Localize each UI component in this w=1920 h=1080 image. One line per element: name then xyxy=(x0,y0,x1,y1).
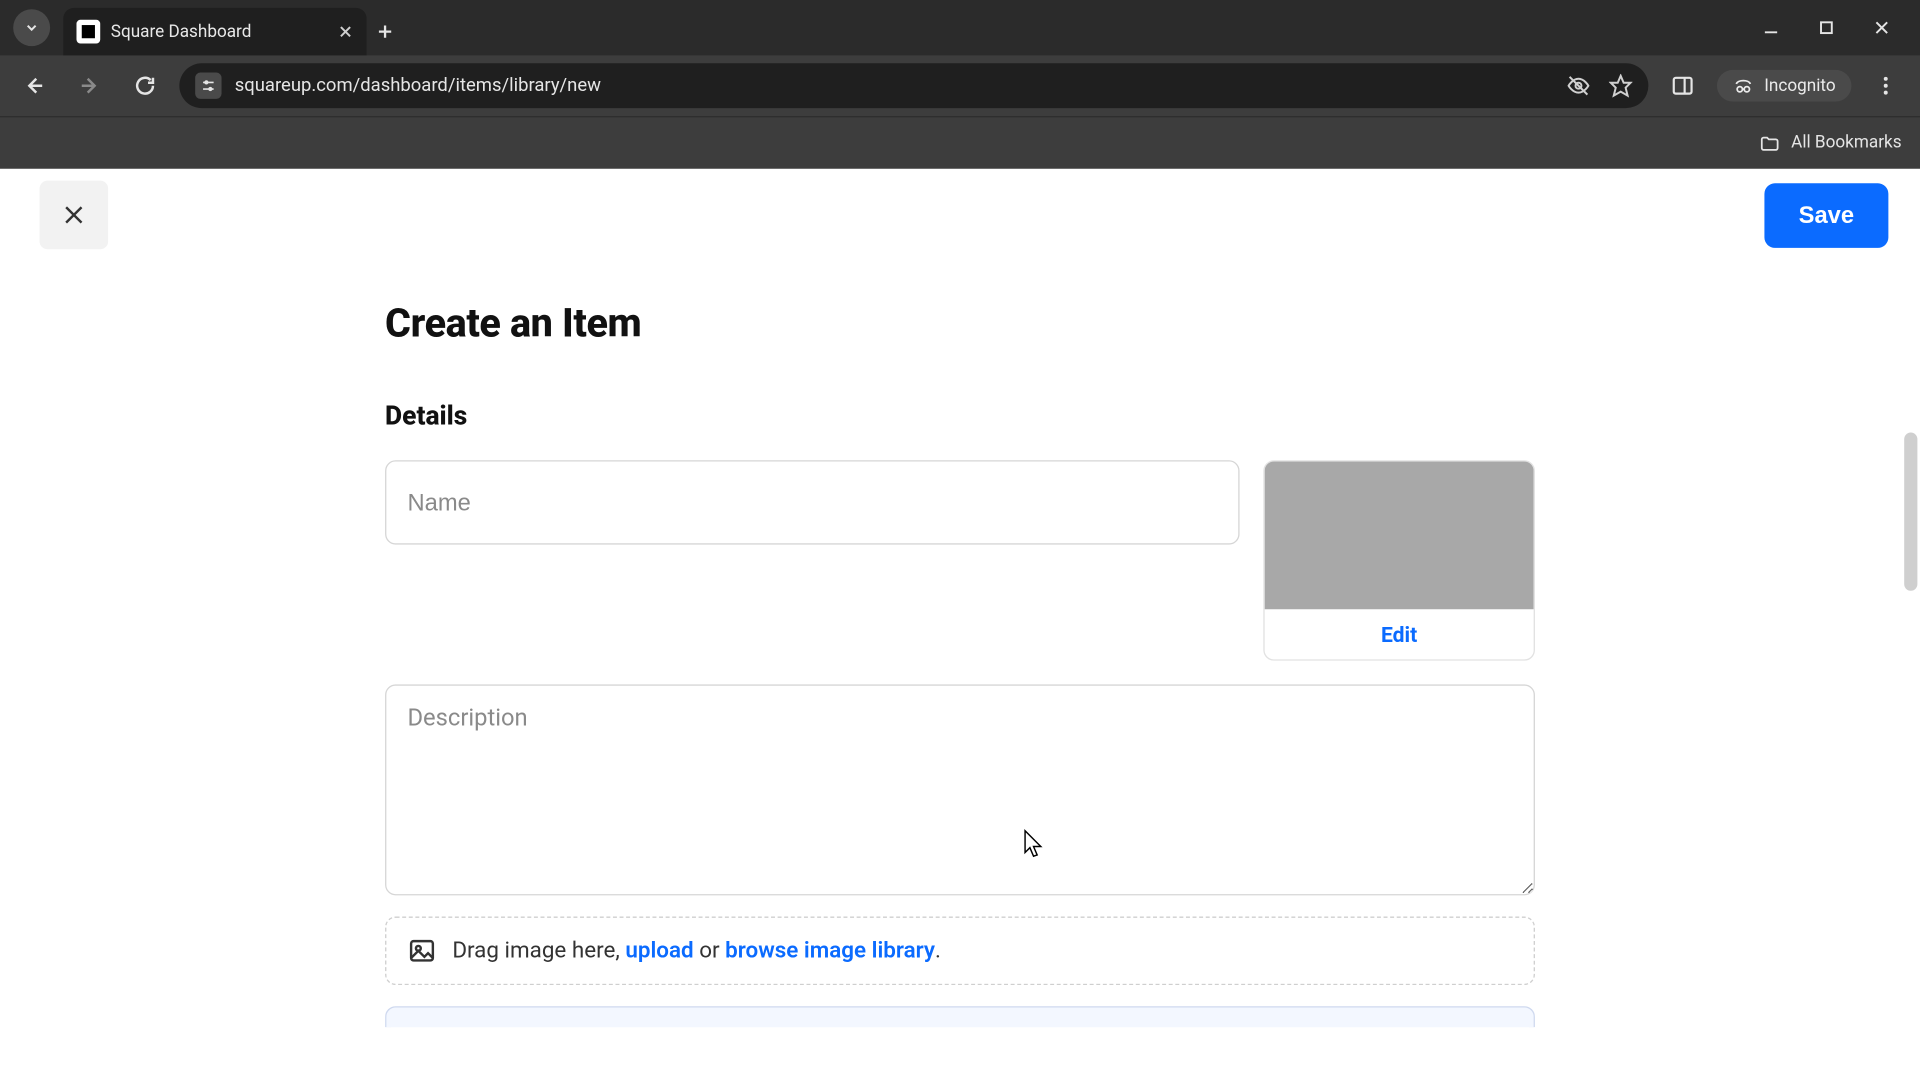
tab-strip: Square Dashboard xyxy=(0,0,1920,55)
scrollbar[interactable] xyxy=(1904,433,1917,829)
close-icon xyxy=(338,24,354,40)
image-icon xyxy=(407,936,436,965)
bookmarks-bar: All Bookmarks xyxy=(0,116,1920,169)
bookmark-star-button[interactable] xyxy=(1609,74,1633,98)
incognito-icon xyxy=(1733,75,1754,96)
eye-off-icon xyxy=(1566,74,1590,98)
chevron-down-icon xyxy=(24,20,40,36)
app-page: Save Create an Item Details Edit xyxy=(0,169,1920,1076)
dropzone-suffix: . xyxy=(935,938,941,964)
item-image-card: Edit xyxy=(1263,460,1535,660)
next-section-panel-top xyxy=(385,1006,1535,1027)
tabs-dropdown-button[interactable] xyxy=(13,9,50,46)
form-area: Create an Item Details Edit Drag image h… xyxy=(385,301,1535,1028)
window-close-button[interactable] xyxy=(1873,18,1891,36)
all-bookmarks-button[interactable]: All Bookmarks xyxy=(1759,133,1901,154)
save-button[interactable]: Save xyxy=(1764,183,1888,248)
arrow-left-icon xyxy=(22,74,46,98)
image-dropzone[interactable]: Drag image here, upload or browse image … xyxy=(385,916,1535,985)
upload-link[interactable]: upload xyxy=(625,938,693,964)
tab-title: Square Dashboard xyxy=(111,22,327,42)
page-title: Create an Item xyxy=(385,301,1535,347)
star-icon xyxy=(1609,74,1633,98)
window-minimize-button[interactable] xyxy=(1762,18,1780,36)
item-description-textarea[interactable] xyxy=(385,684,1535,895)
browser-toolbar: squareup.com/dashboard/items/library/new… xyxy=(0,55,1920,116)
window-controls xyxy=(1762,0,1910,55)
dropzone-prefix: Drag image here, xyxy=(452,938,625,964)
edit-image-link[interactable]: Edit xyxy=(1381,622,1417,647)
dropzone-text: Drag image here, upload or browse image … xyxy=(452,938,941,964)
folder-icon xyxy=(1759,133,1780,154)
close-tab-button[interactable] xyxy=(338,24,354,40)
address-bar[interactable]: squareup.com/dashboard/items/library/new xyxy=(179,63,1648,108)
dropzone-middle: or xyxy=(694,938,726,964)
plus-icon xyxy=(376,22,394,40)
reload-button[interactable] xyxy=(124,65,166,107)
site-settings-button[interactable] xyxy=(195,73,221,99)
forward-button[interactable] xyxy=(69,65,111,107)
side-panel-icon xyxy=(1671,74,1695,98)
all-bookmarks-label: All Bookmarks xyxy=(1791,133,1901,153)
incognito-indicator[interactable]: Incognito xyxy=(1717,70,1852,102)
side-panel-button[interactable] xyxy=(1661,65,1703,107)
square-favicon xyxy=(76,20,100,44)
section-details-title: Details xyxy=(385,400,1535,432)
back-button[interactable] xyxy=(13,65,55,107)
close-icon xyxy=(61,202,87,228)
browser-tab[interactable]: Square Dashboard xyxy=(63,8,366,55)
close-button[interactable] xyxy=(40,181,109,250)
new-tab-button[interactable] xyxy=(367,8,404,55)
browse-image-library-link[interactable]: browse image library xyxy=(725,938,935,964)
browser-menu-button[interactable] xyxy=(1865,65,1907,107)
incognito-label: Incognito xyxy=(1764,76,1835,96)
dots-vertical-icon xyxy=(1874,74,1898,98)
page-topbar: Save xyxy=(0,169,1920,261)
item-image-preview[interactable] xyxy=(1265,462,1534,610)
url-text: squareup.com/dashboard/items/library/new xyxy=(235,75,1554,96)
maximize-icon xyxy=(1817,18,1835,36)
scrollbar-thumb[interactable] xyxy=(1904,433,1917,591)
tune-icon xyxy=(200,78,216,94)
arrow-right-icon xyxy=(78,74,102,98)
item-image-edit-row: Edit xyxy=(1265,609,1534,659)
reload-icon xyxy=(133,74,157,98)
browser-chrome: Square Dashboard xyxy=(0,0,1920,169)
window-maximize-button[interactable] xyxy=(1817,18,1835,36)
item-name-input[interactable] xyxy=(385,460,1240,544)
close-icon xyxy=(1873,18,1891,36)
details-top-row: Edit xyxy=(385,460,1535,660)
eye-off-button[interactable] xyxy=(1566,74,1590,98)
minimize-icon xyxy=(1762,18,1780,36)
